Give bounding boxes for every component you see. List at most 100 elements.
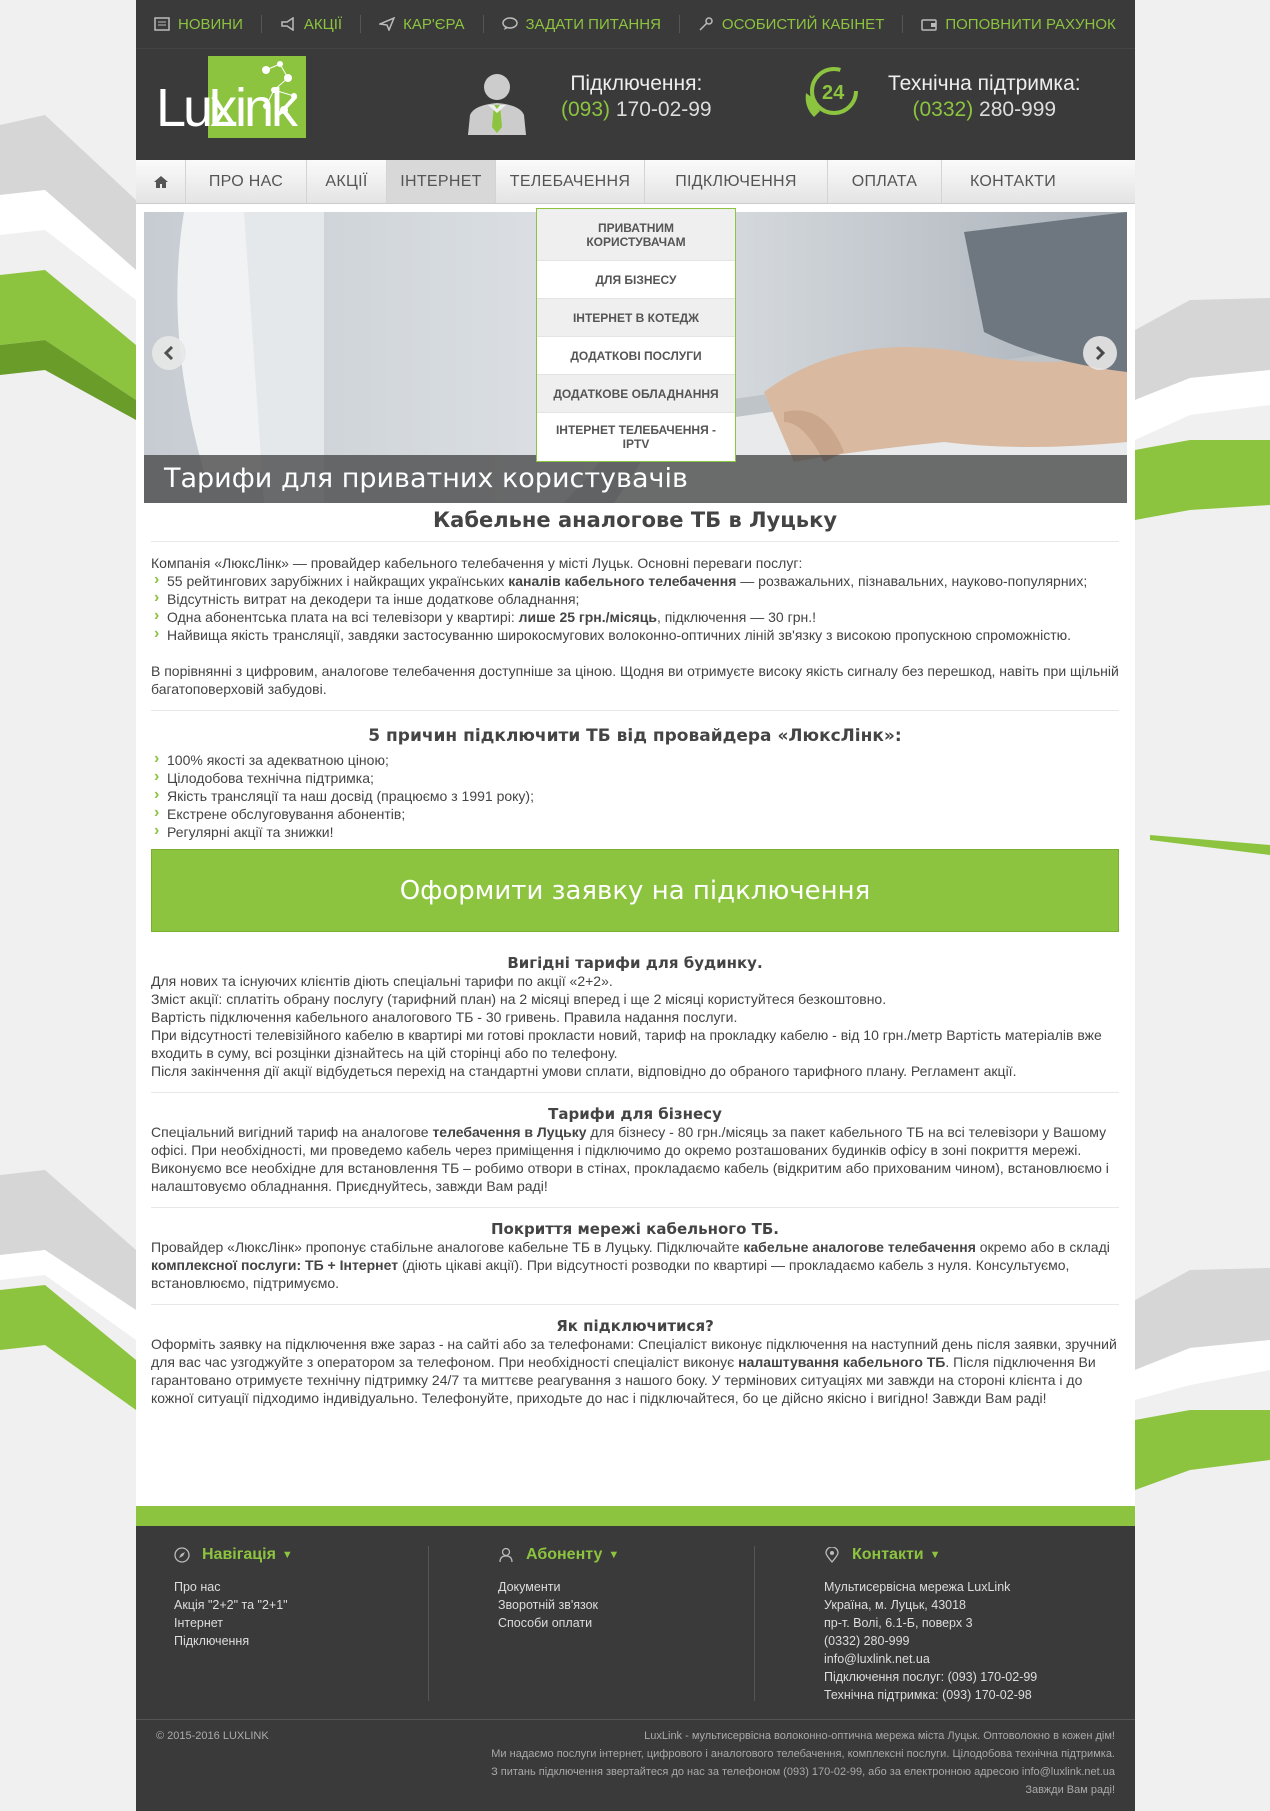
page-container: НОВИНИ АКЦІЇ КАР'ЄРА ЗАДАТИ ПИТАННЯ ОСОБ…	[136, 0, 1135, 1811]
luxlink-logo[interactable]: Lux Link	[154, 56, 306, 138]
slider-caption[interactable]: Тарифи для приватних користувачів	[144, 455, 1127, 503]
home-icon	[153, 175, 168, 188]
divider	[151, 710, 1119, 711]
wallet-icon	[921, 19, 938, 31]
footer-separator	[754, 1546, 755, 1701]
dropdown-item-iptv[interactable]: ІНТЕРНЕТ ТЕЛЕБАЧЕННЯ - IPTV	[537, 413, 735, 461]
dropdown-item-private[interactable]: ПРИВАТНИМ КОРИСТУВАЧАМ	[537, 209, 735, 261]
copyright: © 2015-2016 LUXLINK	[156, 1730, 269, 1742]
footer-contacts-column: Контакти ▼ Мультисервісна мережа LuxLink …	[824, 1546, 1037, 1704]
section-line: Після закінчення дії акції відбудеться п…	[151, 1063, 1017, 1079]
footer-contact-line: пр-т. Волі, 6.1-Б, поверх 3	[824, 1616, 973, 1630]
footer-link[interactable]: Документи	[498, 1578, 619, 1596]
topbar-cabinet[interactable]: ОСОБИСТИЙ КАБІНЕТ	[680, 15, 904, 33]
reason-item: Регулярні акції та знижки!	[151, 822, 1119, 841]
section-line: При відсутності телевізійного кабелю в к…	[151, 1027, 1102, 1061]
section-text: Спеціальний вигідний тариф на аналогове …	[151, 1124, 1109, 1194]
footer-contact-line[interactable]: (0332) 280-999	[824, 1632, 1037, 1650]
dropdown-item-extra-equipment[interactable]: ДОДАТКОВЕ ОБЛАДНАННЯ	[537, 375, 735, 413]
topbar-topup[interactable]: ПОПОВНИТИ РАХУНОК	[903, 15, 1116, 33]
section-home-tariffs: Вигідні тарифи для будинку. Для нових та…	[151, 954, 1119, 1093]
reason-item: Цілодобова технічна підтримка;	[151, 768, 1119, 787]
chat-icon	[501, 17, 518, 30]
dropdown-item-extra-services[interactable]: ДОДАТКОВІ ПОСЛУГИ	[537, 337, 735, 375]
slider-prev-button[interactable]	[152, 336, 186, 370]
compass-icon	[174, 1547, 190, 1563]
apply-connection-button[interactable]: Оформити заявку на підключення	[151, 849, 1119, 932]
key-icon	[699, 17, 713, 31]
chevron-down-icon: ▼	[608, 1549, 620, 1561]
reason-item: Якість трансляції та наш досвід (працюєм…	[151, 786, 1119, 805]
topbar-career-label: КАР'ЄРА	[403, 15, 465, 33]
slider-next-button[interactable]	[1083, 336, 1117, 370]
footer-link[interactable]: Способи оплати	[498, 1614, 619, 1632]
main-nav: ПРО НАС АКЦІЇ ІНТЕРНЕТ ТЕЛЕБАЧЕННЯ ПІДКЛ…	[136, 160, 1135, 204]
support-24-icon: 24	[805, 67, 858, 117]
divider	[151, 1207, 1119, 1208]
footer-contact-line[interactable]: info@luxlink.net.ua	[824, 1650, 1037, 1668]
footer-contact-line[interactable]: Технічна підтримка: (093) 170-02-98	[824, 1686, 1037, 1704]
chevron-down-icon: ▼	[281, 1549, 293, 1561]
reason-item: 100% якості за адекватною ціною;	[151, 750, 1119, 769]
nav-internet[interactable]: ІНТЕРНЕТ	[387, 160, 496, 203]
footer-subscriber-heading[interactable]: Абоненту ▼	[498, 1546, 619, 1564]
advantage-item: 55 рейтингових зарубіжних і найкращих ук…	[151, 571, 1119, 590]
section-business-tariffs: Тарифи для бізнесу Спеціальний вигідний …	[151, 1105, 1119, 1208]
reason-item: Екстрене обслуговування абонентів;	[151, 804, 1119, 823]
footer-contact-line: Україна, м. Луцьк, 43018	[824, 1598, 967, 1612]
section-title: Як підключитися?	[556, 1317, 714, 1335]
topbar-news[interactable]: НОВИНИ	[154, 15, 262, 33]
compare-text: В порівнянні з цифровим, аналогове телеб…	[151, 663, 1119, 697]
footer-nav-heading[interactable]: Навігація ▼	[174, 1546, 293, 1564]
nav-promos[interactable]: АКЦІЇ	[307, 160, 387, 203]
newspaper-icon	[154, 17, 170, 31]
footer-accent-bar	[136, 1506, 1135, 1526]
footer-link[interactable]: Інтернет	[174, 1614, 293, 1632]
topbar-ask[interactable]: ЗАДАТИ ПИТАННЯ	[484, 15, 680, 33]
page-title: Кабельне аналогове ТБ в Луцьку	[151, 503, 1119, 542]
section-line: Для нових та існуючих клієнтів діють спе…	[151, 973, 613, 989]
nav-tv[interactable]: ТЕЛЕБАЧЕННЯ	[496, 160, 645, 203]
divider	[151, 1304, 1119, 1305]
connection-phone[interactable]: (093) 170-02-99	[561, 97, 712, 123]
section-text: Провайдер «ЛюксЛінк» пропонує стабільне …	[151, 1239, 1110, 1291]
footer-bottom: © 2015-2016 LUXLINK LuxLink - мультисерв…	[136, 1719, 1135, 1811]
section-line: Зміст акції: сплатіть обрану послугу (та…	[151, 991, 887, 1007]
footer-link[interactable]: Акція "2+2" та "2+1"	[174, 1596, 293, 1614]
support-phone[interactable]: (0332) 280-999	[888, 97, 1081, 123]
section-text: Оформіть заявку на підключення вже зараз…	[151, 1336, 1117, 1406]
header: Lux Link Підключення: (093) 170-02-99 24…	[136, 48, 1135, 160]
footer-subscriber-column: Абоненту ▼ Документи Зворотній зв'язок Сп…	[498, 1546, 619, 1632]
topbar-ask-label: ЗАДАТИ ПИТАННЯ	[525, 15, 661, 33]
nav-connection[interactable]: ПІДКЛЮЧЕННЯ	[645, 160, 828, 203]
nav-home[interactable]	[136, 160, 186, 203]
paper-plane-icon	[379, 17, 396, 31]
topbar-career[interactable]: КАР'ЄРА	[361, 15, 484, 33]
footer-contacts-heading[interactable]: Контакти ▼	[824, 1546, 1037, 1564]
footer-link[interactable]: Про нас	[174, 1578, 293, 1596]
intro-text: Компанія «ЛюксЛінк» — провайдер кабельно…	[151, 555, 803, 571]
dropdown-item-business[interactable]: ДЛЯ БІЗНЕСУ	[537, 261, 735, 299]
location-pin-icon	[825, 1547, 839, 1563]
connection-label: Підключення:	[570, 72, 703, 95]
support-badge: 24	[822, 82, 845, 104]
topbar-promo[interactable]: АКЦІЇ	[262, 15, 362, 33]
section-title: Вигідні тарифи для будинку.	[507, 954, 763, 972]
nav-about[interactable]: ПРО НАС	[186, 160, 307, 203]
footer-bottom-line: З питань підключення звертайтеся до нас …	[491, 1766, 1115, 1778]
footer-link[interactable]: Зворотній зв'язок	[498, 1596, 619, 1614]
chevron-right-icon	[1095, 346, 1106, 360]
section-how-to-connect: Як підключитися? Оформіть заявку на підк…	[151, 1317, 1119, 1407]
section-title: Тарифи для бізнесу	[548, 1105, 722, 1123]
dropdown-item-cottage[interactable]: ІНТЕРНЕТ В КОТЕДЖ	[537, 299, 735, 337]
footer-bottom-line: Ми надаємо послуги інтернет, цифрового і…	[491, 1748, 1115, 1760]
nav-payment[interactable]: ОПЛАТА	[828, 160, 942, 203]
reasons-title: 5 причин підключити ТБ від провайдера «Л…	[368, 726, 902, 746]
section-coverage: Покриття мережі кабельного ТБ. Провайдер…	[151, 1220, 1119, 1305]
footer-bottom-line: Завжди Вам раді!	[1025, 1784, 1115, 1796]
footer-link[interactable]: Підключення	[174, 1632, 293, 1650]
section-line: Вартість підключення кабельного аналогов…	[151, 1009, 738, 1025]
footer-contact-line[interactable]: Підключення послуг: (093) 170-02-99	[824, 1668, 1037, 1686]
footer-contact-line: Мультисервісна мережа LuxLink	[824, 1580, 1011, 1594]
nav-contacts[interactable]: КОНТАКТИ	[942, 160, 1084, 203]
